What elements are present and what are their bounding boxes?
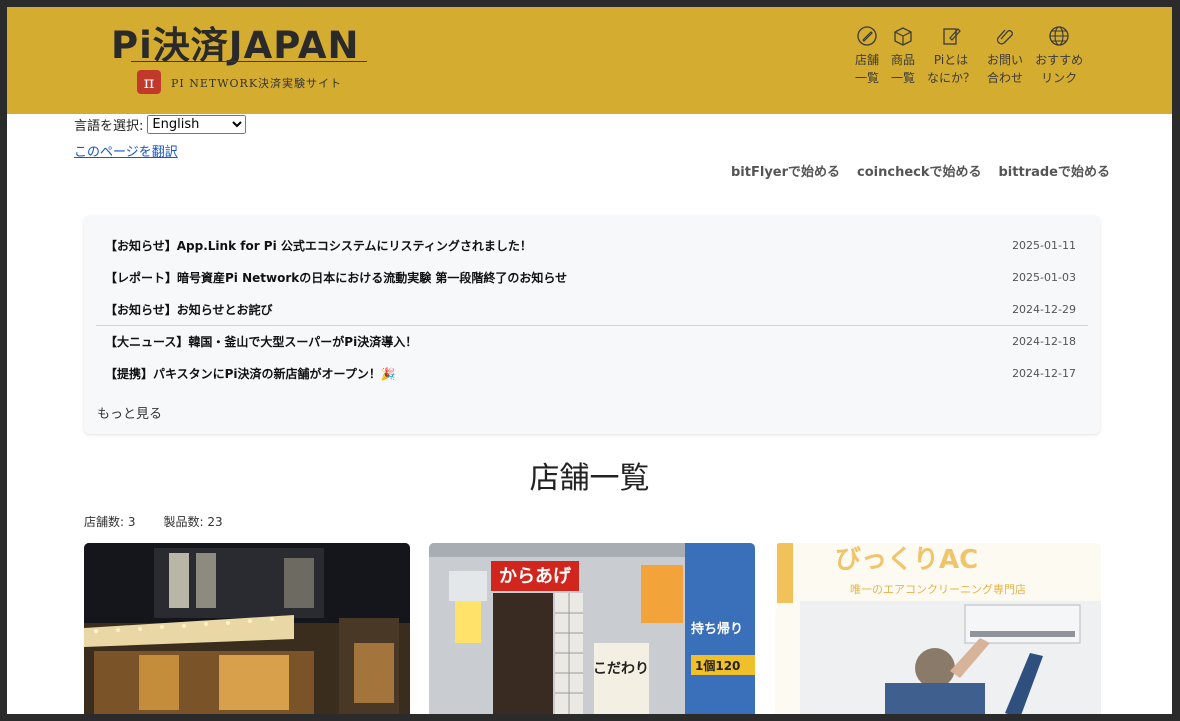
nav-label-products: 商品 一覧 [891, 53, 916, 85]
nav-label-links: おすすめ リンク [1035, 53, 1084, 85]
banner-subtitle: 唯一のエアコンクリーニング専門店 [850, 582, 1026, 596]
news-date: 2025-01-03 [1012, 270, 1076, 284]
banner-title: びっくりAC [835, 545, 978, 575]
news-item[interactable]: 【レポート】暗号資産Pi Networkの日本における流動実験 第一段階終了のお… [96, 261, 1088, 293]
globe-icon [1049, 26, 1069, 46]
coincheck-link[interactable]: coincheckで始める [857, 161, 981, 180]
news-title[interactable]: 【レポート】暗号資産Pi Networkの日本における流動実験 第一段階終了のお… [96, 269, 567, 286]
main-nav: 店舗 一覧 商品 一覧 Piとは なにか？ お問い 合わせ おすすめ リンク [855, 25, 1095, 87]
store-counts: 店舗数: 3 製品数: 23 [84, 513, 251, 530]
news-title[interactable]: 【お知らせ】App.Link for Pi 公式エコシステムにリスティングされま… [96, 237, 532, 254]
news-date: 2024-12-29 [1012, 302, 1076, 316]
language-label: 言語を選択: [74, 119, 144, 134]
nav-item-about-pi[interactable]: Piとは なにか？ [927, 25, 975, 87]
site-header: Pi決済JAPAN π PI NETWORK決済実験サイト 店舗 一覧 商品 一… [7, 7, 1172, 114]
nav-label-about-pi: Piとは なにか？ [927, 53, 976, 85]
translate-page-link[interactable]: このページを翻訳 [74, 141, 178, 160]
pencil-circle-icon [857, 26, 877, 46]
news-panel: 【お知らせ】App.Link for Pi 公式エコシステムにリスティングされま… [84, 216, 1100, 434]
stores-heading: 店舗一覧 [529, 461, 650, 496]
browser-viewport: Pi決済JAPAN π PI NETWORK決済実験サイト 店舗 一覧 商品 一… [7, 7, 1172, 714]
news-title[interactable]: 【大ニュース】韓国・釜山で大型スーパーがPi決済導入！ [96, 333, 417, 350]
store-photo-aircon: びっくりAC 唯一のエアコンクリーニング専門店 [775, 543, 1101, 714]
sign-price: 1個120 [695, 658, 740, 673]
nav-item-contact[interactable]: お問い 合わせ [987, 25, 1023, 87]
nav-label-stores: 店舗 一覧 [855, 53, 880, 85]
news-item[interactable]: 【大ニュース】韓国・釜山で大型スーパーがPi決済導入！ 2024-12-18 [96, 325, 1088, 357]
store-card[interactable]: からあげ こだわり 持ち帰り 1個120 [429, 543, 755, 714]
store-card[interactable] [84, 543, 410, 714]
product-count: 製品数: 23 [163, 515, 223, 529]
sign-takeout: 持ち帰り [691, 621, 743, 637]
bittrade-link[interactable]: bittradeで始める [999, 161, 1111, 180]
news-item[interactable]: 【お知らせ】App.Link for Pi 公式エコシステムにリスティングされま… [96, 229, 1088, 261]
nav-item-products[interactable]: 商品 一覧 [891, 25, 915, 87]
nav-item-links[interactable]: おすすめ リンク [1035, 25, 1083, 87]
sign-kodawari: こだわり [593, 661, 649, 677]
store-count: 店舗数: 3 [84, 515, 136, 529]
box-icon [894, 27, 912, 46]
pi-logo-icon: π [137, 70, 161, 94]
nav-label-contact: お問い 合わせ [987, 53, 1024, 85]
language-selector: 言語を選択: English [74, 115, 247, 134]
news-date: 2025-01-11 [1012, 238, 1076, 252]
news-title[interactable]: 【提携】パキスタンにPi決済の新店舗がオープン！🎉 [96, 365, 396, 382]
edit-document-icon [943, 28, 961, 45]
sign-karaage: からあげ [499, 566, 572, 587]
logo-subtitle: PI NETWORK決済実験サイト [171, 77, 343, 90]
exchange-links: bitFlyerで始める coincheckで始める bittradeで始める [714, 161, 1110, 180]
paperclip-icon [996, 29, 1013, 45]
more-news-link[interactable]: もっと見る [97, 403, 162, 422]
store-photo-karaage: からあげ こだわり 持ち帰り 1個120 [429, 543, 755, 714]
logo-divider [131, 61, 367, 62]
store-card[interactable]: びっくりAC 唯一のエアコンクリーニング専門店 [775, 543, 1101, 714]
language-select[interactable]: English [147, 115, 247, 134]
nav-item-stores[interactable]: 店舗 一覧 [855, 25, 879, 87]
news-date: 2024-12-18 [1012, 334, 1076, 348]
news-item[interactable]: 【お知らせ】お知らせとお詫び 2024-12-29 [96, 293, 1088, 325]
site-logo[interactable]: Pi決済JAPAN π PI NETWORK決済実験サイト [111, 15, 373, 95]
bitflyer-link[interactable]: bitFlyerで始める [731, 161, 840, 180]
store-photo-night [84, 543, 410, 714]
news-item[interactable]: 【提携】パキスタンにPi決済の新店舗がオープン！🎉 2024-12-17 [96, 357, 1088, 389]
news-title[interactable]: 【お知らせ】お知らせとお詫び [96, 301, 273, 318]
news-date: 2024-12-17 [1012, 366, 1076, 380]
